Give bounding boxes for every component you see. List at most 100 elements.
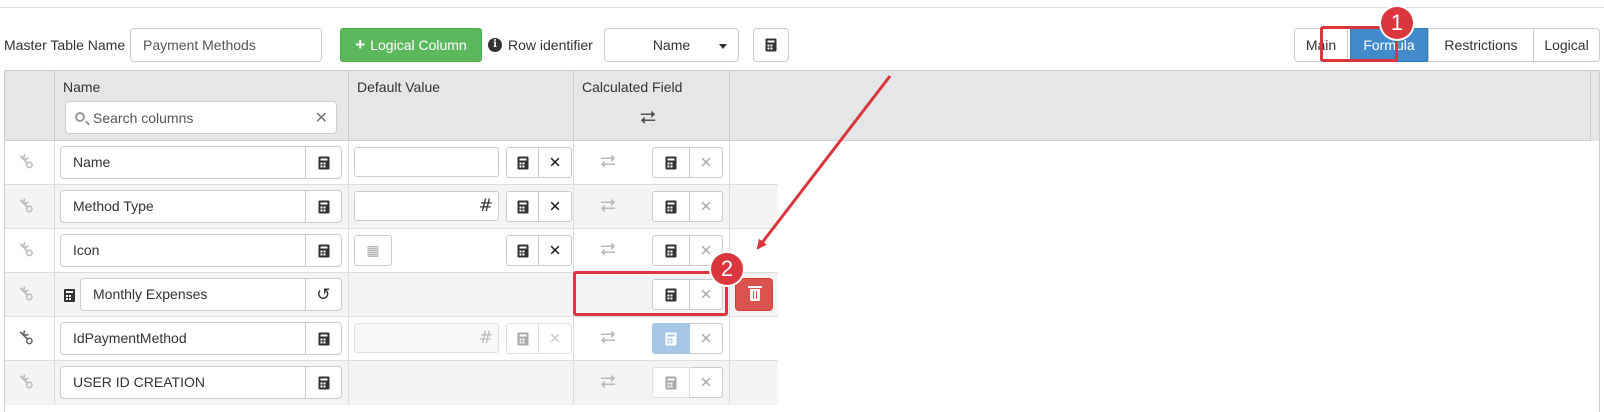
search-columns-input[interactable]: Search columns ✕ (65, 101, 337, 134)
calculated-formula-button (652, 323, 690, 354)
calculated-cell: ⮂ ✕ (574, 141, 730, 185)
close-icon: ✕ (548, 197, 562, 216)
scrollbar-track[interactable] (1590, 71, 1599, 141)
calculated-clear-button[interactable]: ✕ (690, 191, 723, 222)
calculator-icon (517, 200, 528, 213)
calculator-icon (665, 156, 677, 169)
default-cell: # ✕ (349, 185, 574, 229)
name-formula-button[interactable] (305, 235, 341, 266)
retweet-icon[interactable]: ⮂ (600, 151, 616, 171)
trash-icon (748, 286, 762, 301)
undo-button[interactable]: ↺ (305, 279, 341, 310)
calculated-formula-button (652, 367, 690, 398)
name-cell: Monthly Expenses ↺ (55, 273, 349, 317)
column-name-field[interactable]: Icon (60, 234, 342, 267)
table-row: ⚷ IdPaymentMethod # ✕ ⮂ ✕ (5, 317, 778, 361)
column-name-text: Icon (73, 242, 100, 258)
add-logical-column-button[interactable]: + Logical Column (340, 28, 482, 62)
tab-logical-label: Logical (1544, 37, 1589, 53)
clear-search-icon[interactable]: ✕ (315, 108, 328, 128)
columns-grid: Name Search columns ✕ Default Value Calc… (4, 70, 1600, 412)
calculator-icon (318, 156, 329, 169)
close-icon: ✕ (699, 197, 713, 216)
key-cell: ⚷ (5, 185, 55, 229)
name-formula-button[interactable] (305, 191, 341, 222)
retweet-icon[interactable]: ⮂ (640, 107, 656, 127)
column-name-field[interactable]: IdPaymentMethod (60, 322, 342, 355)
name-formula-button[interactable] (305, 323, 341, 354)
column-name-text: IdPaymentMethod (73, 330, 187, 346)
calculator-icon (665, 200, 677, 213)
header-name-col: Name Search columns ✕ (55, 71, 349, 141)
calculated-formula-button[interactable] (652, 235, 690, 266)
default-clear-button[interactable]: ✕ (539, 147, 572, 178)
top-divider (0, 7, 1604, 8)
calculated-clear-button[interactable]: ✕ (690, 367, 723, 398)
key-icon: ⚷ (11, 191, 39, 219)
search-icon (75, 112, 85, 122)
column-name-field[interactable]: Name (60, 146, 342, 179)
default-cell: ✕ (349, 141, 574, 185)
column-name-text: Name (73, 154, 111, 170)
calculator-icon (665, 244, 677, 257)
header-calculated-title: Calculated Field (582, 79, 683, 95)
column-name-text: Monthly Expenses (93, 286, 208, 302)
retweet-icon[interactable]: ⮂ (600, 327, 616, 347)
key-cell: ⚷ (5, 361, 55, 405)
key-cell: ⚷ (5, 273, 55, 317)
calculated-clear-button[interactable]: ✕ (690, 147, 723, 178)
highlight-calculated-field (573, 271, 728, 316)
default-clear-button[interactable]: ✕ (539, 235, 572, 266)
default-clear-button[interactable]: ✕ (539, 191, 572, 222)
key-cell: ⚷ (5, 229, 55, 273)
default-value-input[interactable]: # (354, 191, 499, 221)
name-formula-button[interactable] (305, 367, 341, 398)
search-placeholder: Search columns (93, 110, 194, 126)
default-cell: # ✕ (349, 317, 574, 361)
calculated-formula-button[interactable] (652, 191, 690, 222)
header-name-title: Name (63, 79, 101, 95)
calculator-icon (517, 156, 528, 169)
table-row: ⚷ USER ID CREATION ⮂ ✕ (5, 361, 778, 405)
calculator-icon (318, 244, 329, 257)
default-formula-button[interactable] (506, 235, 539, 266)
tab-restrictions-label: Restrictions (1444, 37, 1518, 53)
key-icon: ⚷ (11, 367, 39, 395)
delete-logical-column-button[interactable] (735, 278, 773, 311)
column-name-field[interactable]: USER ID CREATION (60, 366, 342, 399)
default-formula-button[interactable] (506, 147, 539, 178)
key-icon: ⚷ (11, 279, 39, 307)
hashtag-icon: # (478, 328, 493, 348)
calculated-formula-button[interactable] (652, 147, 690, 178)
key-cell: ⚷ (5, 317, 55, 361)
header-default-title: Default Value (357, 79, 441, 95)
tab-logical[interactable]: Logical (1533, 28, 1600, 62)
row-identifier-formula-button[interactable] (753, 28, 789, 62)
retweet-icon[interactable]: ⮂ (600, 371, 616, 391)
calculated-clear-button[interactable]: ✕ (690, 323, 723, 354)
name-formula-button[interactable] (305, 147, 341, 178)
column-name-field[interactable]: Method Type (60, 190, 342, 223)
default-formula-button[interactable] (506, 191, 539, 222)
column-name-field[interactable]: Monthly Expenses ↺ (80, 278, 342, 311)
retweet-icon[interactable]: ⮂ (600, 239, 616, 259)
default-value-input: # (354, 323, 499, 353)
row-identifier-label: Row identifier (508, 37, 593, 53)
master-table-input[interactable]: Payment Methods (130, 28, 322, 62)
close-icon: ✕ (548, 153, 562, 172)
close-icon: ✕ (548, 329, 562, 348)
tab-restrictions[interactable]: Restrictions (1428, 28, 1534, 62)
key-cell: ⚷ (5, 141, 55, 185)
retweet-icon[interactable]: ⮂ (600, 195, 616, 215)
default-value-input[interactable] (354, 147, 499, 177)
row-identifier-value: Name (652, 37, 691, 53)
default-cell (349, 361, 574, 405)
icon-picker-button[interactable]: ▦ (354, 235, 392, 266)
calculator-icon (318, 332, 329, 345)
calculator-icon (765, 38, 777, 52)
calculator-icon (517, 244, 528, 257)
calculator-icon (318, 200, 329, 213)
header-default-col: Default Value (349, 71, 574, 141)
row-identifier-select[interactable]: Name (604, 28, 739, 62)
logical-column-label: Logical Column (370, 37, 467, 53)
